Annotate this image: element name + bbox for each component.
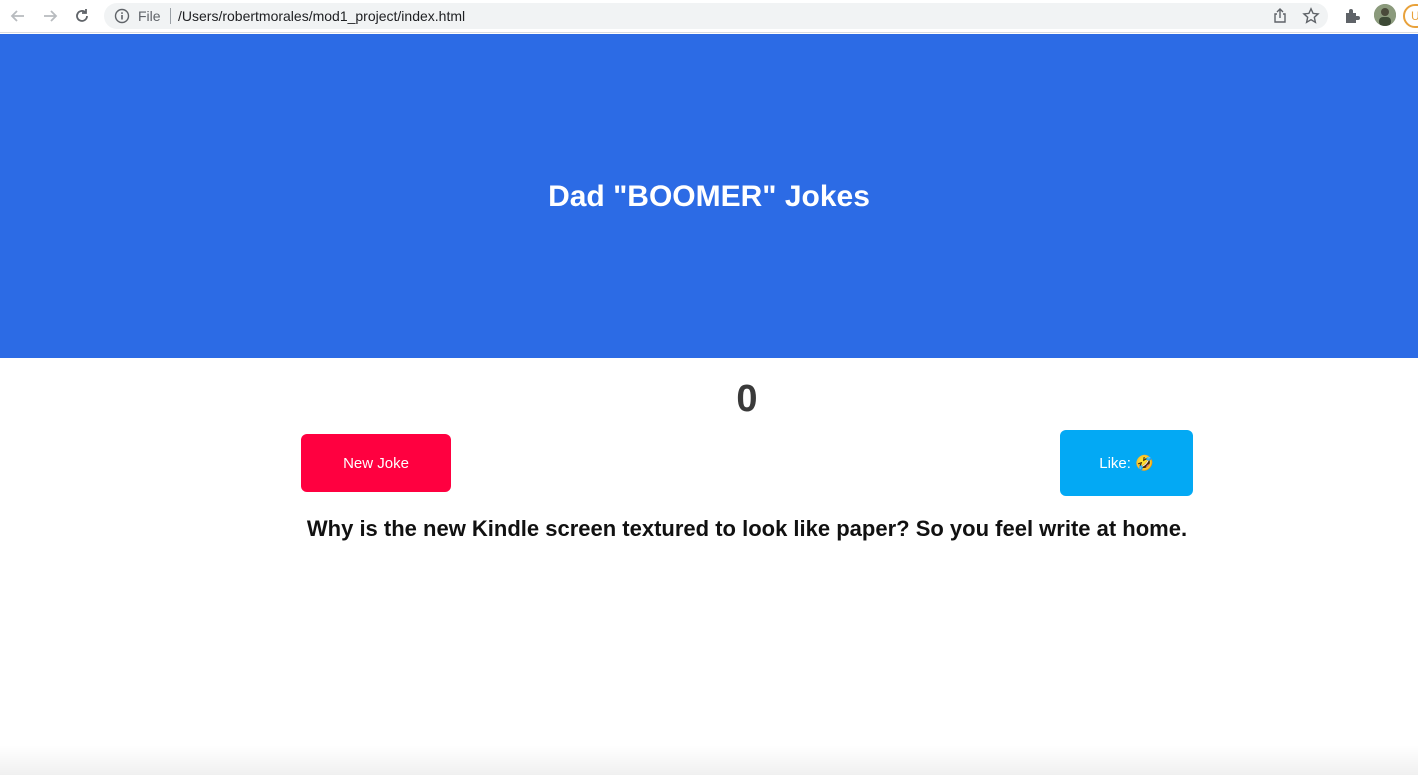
hero-banner: Dad "BOOMER" Jokes [0,34,1418,358]
like-button[interactable]: Like: 🤣 [1060,430,1193,496]
url-scheme-label: File [138,8,161,24]
address-bar[interactable]: File /Users/robertmorales/mod1_project/i… [104,3,1328,29]
forward-arrow-icon[interactable] [38,5,62,27]
bottom-shadow [0,745,1418,775]
info-icon[interactable] [114,8,130,24]
joke-text: Why is the new Kindle screen textured to… [306,516,1188,541]
like-counter: 0 [736,378,758,420]
share-icon[interactable] [1272,8,1288,24]
profile-initial: U [1411,9,1418,23]
reload-icon[interactable] [70,5,94,27]
avatar[interactable] [1374,4,1396,26]
new-joke-button[interactable]: New Joke [301,434,451,492]
url-text[interactable]: /Users/robertmorales/mod1_project/index.… [178,8,465,24]
extensions-icon[interactable] [1341,5,1363,27]
back-arrow-icon[interactable] [6,5,30,27]
page-title: Dad "BOOMER" Jokes [548,180,870,213]
star-icon[interactable] [1302,7,1320,25]
url-separator [170,8,171,24]
profile-button[interactable]: U [1403,4,1418,28]
browser-toolbar: File /Users/robertmorales/mod1_project/i… [0,0,1418,33]
